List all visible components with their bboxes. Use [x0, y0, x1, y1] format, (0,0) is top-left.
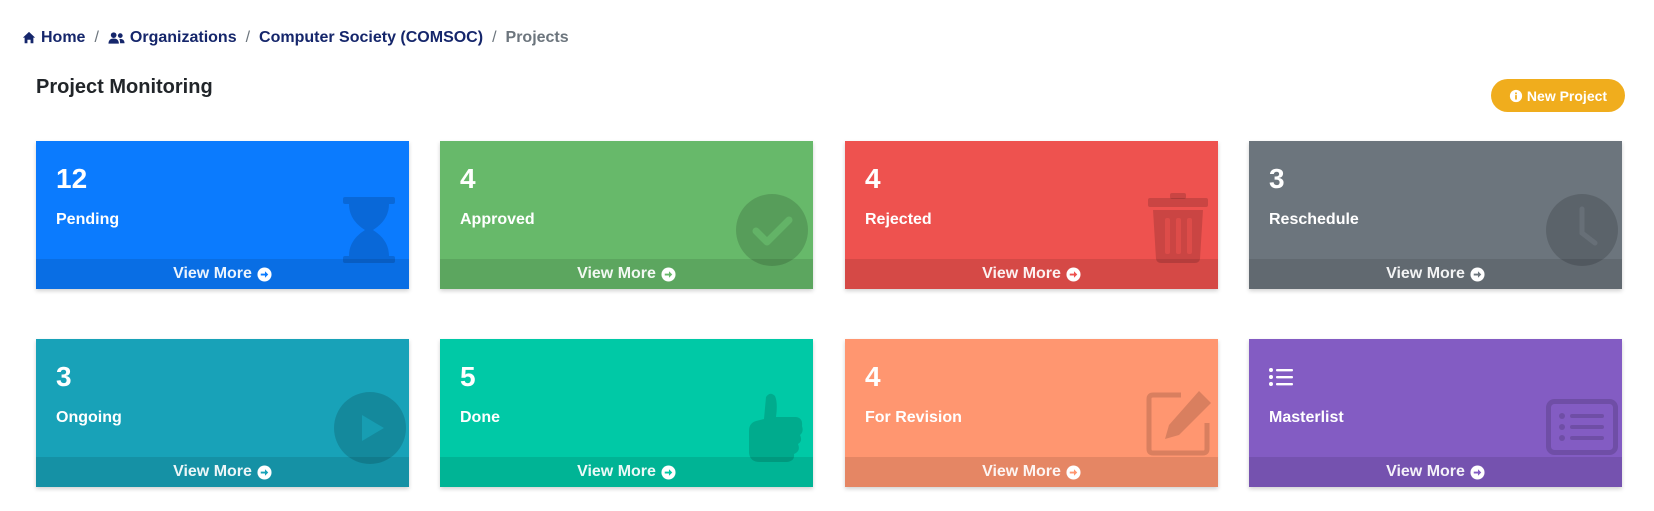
rejected-count: 4 — [865, 163, 881, 194]
approved-card: 4 Approved View More — [440, 141, 813, 289]
reschedule-view-more[interactable]: View More — [1249, 259, 1622, 289]
done-count: 5 — [460, 361, 476, 392]
approved-view-more-label: View More — [577, 265, 656, 282]
ongoing-count: 3 — [56, 361, 72, 392]
new-project-button[interactable]: New Project — [1491, 79, 1625, 112]
users-icon — [108, 32, 125, 44]
list-alt-icon — [1546, 399, 1618, 455]
revision-label: For Revision — [865, 409, 962, 426]
pending-label: Pending — [56, 211, 120, 228]
pending-count: 12 — [56, 163, 88, 194]
ongoing-view-more[interactable]: View More — [36, 457, 409, 487]
ongoing-view-more-label: View More — [173, 463, 252, 480]
approved-count: 4 — [460, 163, 476, 194]
pending-view-more-label: View More — [173, 265, 252, 282]
arrow-circle-right-icon — [661, 266, 676, 282]
ongoing-card: 3 Ongoing View More — [36, 339, 409, 487]
done-card: 5 Done View More — [440, 339, 813, 487]
arrow-circle-right-icon — [1066, 464, 1081, 480]
play-circle-icon — [334, 392, 406, 464]
revision-count: 4 — [865, 361, 881, 392]
arrow-circle-right-icon — [1066, 266, 1081, 282]
done-view-more[interactable]: View More — [440, 457, 813, 487]
list-icon — [1269, 368, 1293, 386]
approved-label: Approved — [460, 211, 535, 228]
rejected-card: 4 Rejected View More — [845, 141, 1218, 289]
breadcrumb-home-label: Home — [41, 29, 86, 46]
masterlist-card: Masterlist View More — [1249, 339, 1622, 487]
hourglass-icon — [343, 197, 395, 263]
masterlist-label: Masterlist — [1269, 409, 1344, 426]
breadcrumb-home[interactable]: Home — [22, 29, 85, 47]
breadcrumb-separator: / — [492, 29, 497, 46]
arrow-circle-right-icon — [661, 464, 676, 480]
revision-view-more-label: View More — [982, 463, 1061, 480]
thumbs-up-icon — [749, 393, 803, 462]
reschedule-count: 3 — [1269, 163, 1285, 194]
masterlist-view-more-label: View More — [1386, 463, 1465, 480]
breadcrumb-separator: / — [94, 29, 99, 46]
arrow-circle-right-icon — [1470, 266, 1485, 282]
ongoing-label: Ongoing — [56, 409, 122, 426]
new-project-label: New Project — [1526, 87, 1608, 104]
edit-icon — [1146, 391, 1211, 456]
done-view-more-label: View More — [577, 463, 656, 480]
breadcrumb-org[interactable]: Computer Society (COMSOC) — [259, 29, 483, 47]
rejected-view-more[interactable]: View More — [845, 259, 1218, 289]
trash-icon — [1148, 193, 1208, 263]
done-label: Done — [460, 409, 500, 426]
breadcrumb: Home / Organizations / Computer Society … — [22, 27, 569, 49]
revision-view-more[interactable]: View More — [845, 457, 1218, 487]
breadcrumb-separator: / — [245, 29, 251, 46]
page-title: Project Monitoring — [36, 76, 213, 98]
breadcrumb-organizations-label: Organizations — [129, 29, 237, 46]
arrow-circle-right-icon — [257, 266, 272, 282]
masterlist-view-more[interactable]: View More — [1249, 457, 1622, 487]
home-icon — [22, 31, 36, 44]
pending-card: 12 Pending View More — [36, 141, 409, 289]
breadcrumb-current: Projects — [505, 29, 569, 46]
arrow-circle-right-icon — [257, 464, 272, 480]
info-circle-icon — [1509, 89, 1523, 102]
breadcrumb-organizations[interactable]: Organizations — [108, 29, 237, 47]
pending-view-more[interactable]: View More — [36, 259, 409, 289]
rejected-view-more-label: View More — [982, 265, 1061, 282]
reschedule-card: 3 Reschedule View More — [1249, 141, 1622, 289]
reschedule-label: Reschedule — [1269, 211, 1359, 228]
check-circle-icon — [736, 194, 808, 266]
clock-icon — [1546, 194, 1618, 266]
reschedule-view-more-label: View More — [1386, 265, 1465, 282]
revision-card: 4 For Revision View More — [845, 339, 1218, 487]
arrow-circle-right-icon — [1470, 464, 1485, 480]
approved-view-more[interactable]: View More — [440, 259, 813, 289]
rejected-label: Rejected — [865, 211, 932, 228]
